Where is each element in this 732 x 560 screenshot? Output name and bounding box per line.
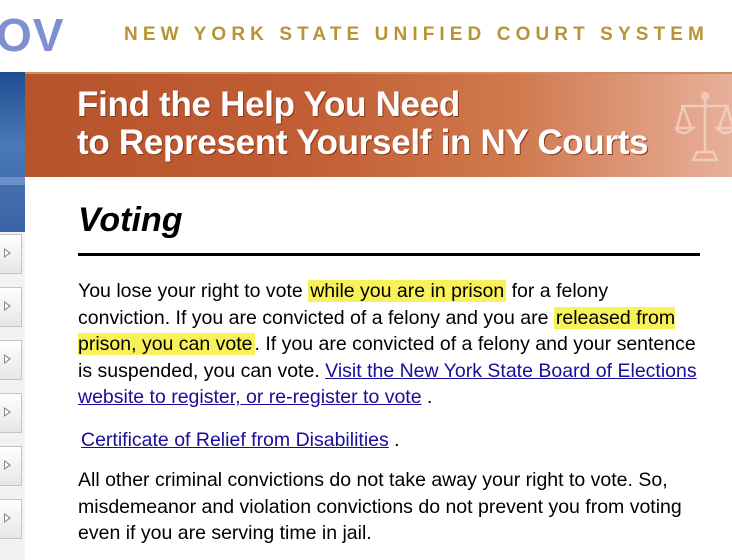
chevron-right-icon bbox=[4, 354, 11, 364]
sidebar-nav-button-1[interactable] bbox=[0, 234, 22, 274]
main-content: Voting You lose your right to vote while… bbox=[78, 175, 702, 547]
sidebar-nav-button-5[interactable] bbox=[0, 446, 22, 486]
banner-line-2: to Represent Yourself in NY Courts bbox=[77, 123, 649, 162]
sidebar-nav-button-4[interactable] bbox=[0, 393, 22, 433]
certificate-after-text: . bbox=[388, 428, 400, 451]
other-convictions-paragraph: All other criminal convictions do not ta… bbox=[78, 469, 682, 544]
scales-of-justice-icon bbox=[675, 91, 732, 162]
p1-text-1: You lose your right to vote bbox=[78, 280, 309, 302]
self-help-banner: Find the Help You Need to Represent Your… bbox=[25, 72, 732, 177]
certificate-of-relief-link[interactable]: Certificate of Relief from Disabilities bbox=[81, 429, 389, 451]
banner-heading: Find the Help You Need to Represent Your… bbox=[77, 85, 649, 162]
chevron-right-icon bbox=[4, 248, 11, 258]
sidebar-graphic bbox=[0, 72, 25, 232]
certificate-paragraph: Certificate of Relief from Disabilities … bbox=[78, 427, 702, 454]
chevron-right-icon bbox=[4, 407, 11, 417]
chevron-right-icon bbox=[4, 460, 11, 470]
p1-text-4: . bbox=[421, 386, 433, 408]
site-header: OV NEW YORK STATE UNIFIED COURT SYSTEM bbox=[0, 0, 732, 72]
court-system-name: NEW YORK STATE UNIFIED COURT SYSTEM bbox=[124, 24, 709, 45]
sidebar-nav-button-2[interactable] bbox=[0, 287, 22, 327]
chevron-right-icon bbox=[4, 513, 11, 523]
sidebar-graphic-shine bbox=[0, 177, 25, 185]
page-title: Voting bbox=[78, 201, 183, 239]
highlight-in-prison: while you are in prison bbox=[308, 280, 507, 302]
site-logo[interactable]: OV bbox=[0, 8, 64, 62]
chevron-right-icon bbox=[4, 301, 11, 311]
felony-voting-paragraph: You lose your right to vote while you ar… bbox=[78, 278, 702, 411]
banner-line-1: Find the Help You Need bbox=[77, 85, 460, 124]
title-divider bbox=[78, 253, 700, 256]
left-sidebar bbox=[0, 72, 25, 560]
sidebar-nav-button-6[interactable] bbox=[0, 499, 22, 539]
sidebar-nav-button-3[interactable] bbox=[0, 340, 22, 380]
